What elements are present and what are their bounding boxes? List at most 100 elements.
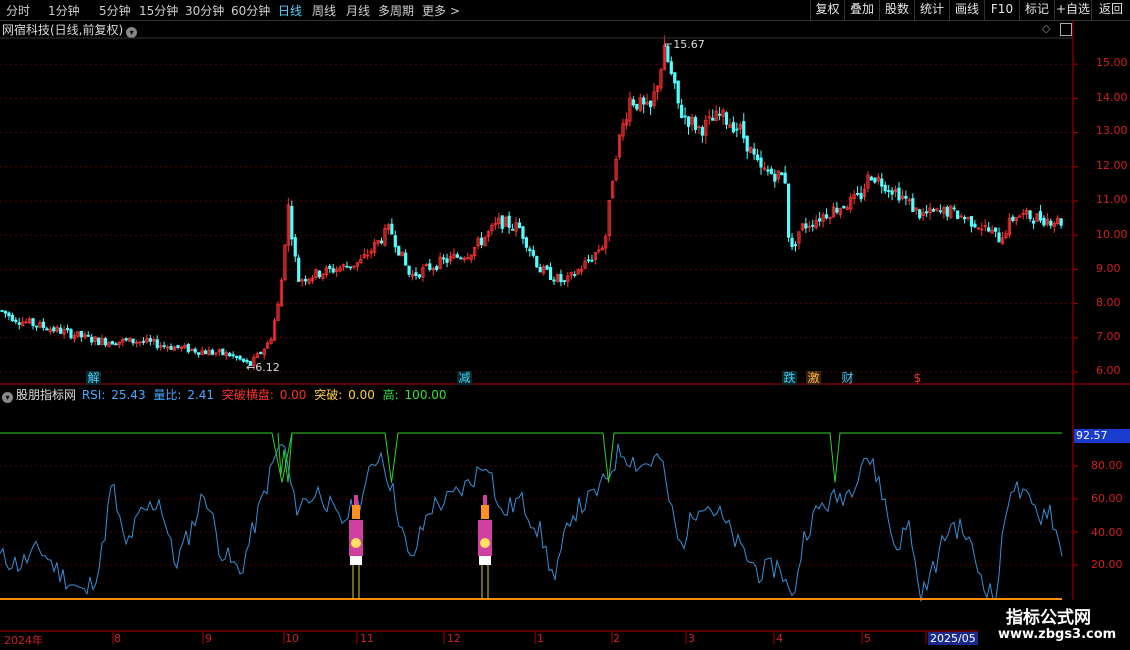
- candle-body: [1042, 217, 1046, 226]
- candle-body: [455, 254, 460, 258]
- current-value-tag: 92.57: [1074, 429, 1130, 443]
- candle-body: [293, 237, 297, 257]
- candle-body: [331, 268, 335, 273]
- candle-body: [531, 250, 535, 256]
- candle-body: [956, 210, 960, 220]
- y-tick: 10.00: [1096, 228, 1128, 241]
- candle-body: [811, 224, 815, 227]
- candle-body: [162, 345, 166, 348]
- candle-body: [228, 352, 232, 357]
- money-bag-icon: [351, 538, 361, 548]
- candle-body: [987, 227, 991, 232]
- candle-body: [1028, 210, 1032, 220]
- candle-body: [169, 346, 173, 350]
- candle-body: [69, 329, 73, 339]
- candle-body: [997, 232, 1001, 243]
- candle-body: [911, 198, 915, 212]
- candle-body: [731, 122, 736, 133]
- x-tick: 8: [114, 632, 121, 645]
- signal-head: [352, 505, 360, 519]
- event-marker-dividend[interactable]: $: [910, 371, 925, 385]
- candle-body: [700, 127, 704, 136]
- candle-body: [918, 209, 922, 219]
- candle-body: [873, 177, 877, 183]
- candle-body: [573, 274, 577, 276]
- candle-body: [241, 358, 246, 362]
- event-marker-fall[interactable]: 跌: [782, 371, 797, 385]
- y-tick: 80.00: [1091, 459, 1123, 472]
- event-marker-surge[interactable]: 激: [806, 371, 821, 385]
- candle-body: [521, 226, 525, 239]
- candle-body: [124, 338, 128, 341]
- chevron-down-icon[interactable]: ▾: [2, 392, 13, 403]
- candle-body: [79, 330, 83, 338]
- candle-body: [110, 341, 114, 345]
- candle-body: [680, 104, 684, 118]
- candle-body: [824, 214, 829, 219]
- candle-body: [562, 280, 566, 282]
- signal-head: [481, 505, 489, 519]
- candle-body: [994, 227, 998, 232]
- candle-body: [131, 338, 135, 344]
- candle-body: [500, 215, 504, 229]
- event-marker-finance[interactable]: 财: [840, 371, 855, 385]
- candle-body: [238, 355, 242, 360]
- gridlines: [0, 63, 1078, 644]
- candle-body: [642, 97, 646, 105]
- y-tick: 7.00: [1096, 330, 1121, 343]
- candle-body: [724, 112, 729, 125]
- candle-body: [414, 272, 418, 277]
- rsi-line: [0, 443, 1063, 602]
- high-price-label: ⌐15.67: [664, 38, 705, 51]
- candle-body: [65, 327, 70, 331]
- candle-body: [693, 117, 698, 130]
- watermark-title: 指标公式网: [1006, 608, 1091, 628]
- candle-body: [969, 216, 974, 227]
- candle-body: [86, 334, 90, 337]
- candle-body: [742, 121, 746, 139]
- candle-body: [193, 348, 197, 353]
- x-tick: 11: [360, 632, 374, 645]
- event-marker-unlock[interactable]: 解: [86, 371, 101, 385]
- candle-body: [407, 265, 411, 275]
- volume-ratio-readout: 量比: 2.41: [153, 388, 214, 402]
- chart-canvas: [0, 20, 1130, 644]
- candle-body: [859, 193, 863, 200]
- x-tick: 2024年: [4, 634, 43, 647]
- candle-body: [148, 338, 152, 342]
- candle-body: [635, 103, 639, 110]
- candle-body: [552, 279, 556, 282]
- y-tick: 13.00: [1096, 124, 1128, 137]
- breakout-readout: 突破: 0.00: [314, 388, 375, 402]
- breakout-consolidation-readout: 突破横盘: 0.00: [221, 388, 307, 402]
- candle-body: [586, 259, 591, 262]
- candle-body: [176, 345, 180, 348]
- candle-body: [1059, 218, 1063, 226]
- candle-body: [317, 270, 322, 278]
- candle-body: [445, 258, 449, 263]
- candle-body: [545, 265, 549, 270]
- candle-body: [1011, 216, 1015, 221]
- high-readout: 高: 100.00: [382, 388, 447, 402]
- candle-body: [14, 319, 18, 323]
- candlesticks: [0, 35, 1063, 370]
- candle-body: [259, 352, 263, 354]
- candle-body: [379, 240, 384, 244]
- money-bag-icon: [480, 538, 490, 548]
- y-tick: 6.00: [1096, 364, 1121, 377]
- candle-body: [510, 228, 515, 231]
- candle-body: [17, 322, 21, 325]
- watermark-logo: 指标公式网 www.zbgs3.com: [978, 600, 1128, 650]
- candle-body: [931, 209, 936, 212]
- candle-body: [842, 205, 846, 209]
- candle-body: [783, 172, 787, 184]
- candle-body: [0, 310, 4, 312]
- candle-body: [393, 235, 397, 248]
- candle-body: [1031, 220, 1036, 224]
- candle-body: [234, 355, 239, 359]
- x-tick: 3: [688, 632, 695, 645]
- event-marker-reduce[interactable]: 减: [457, 371, 472, 385]
- candle-body: [45, 328, 49, 331]
- candle-body: [404, 252, 408, 266]
- candle-body: [962, 216, 967, 220]
